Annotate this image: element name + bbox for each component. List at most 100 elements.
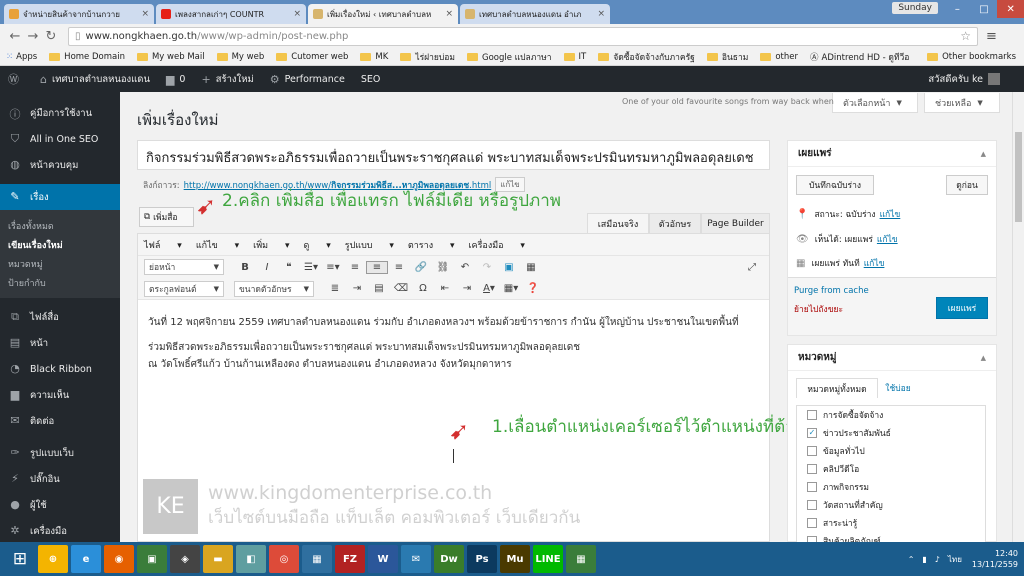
screen-options-button[interactable]: ตัวเลือกหน้า ▼ — [832, 93, 918, 113]
purge-cache-link[interactable]: Purge from cache — [794, 286, 869, 296]
tab-most-used[interactable]: ใช้บ่อย — [880, 378, 916, 398]
taskbar-app-icon[interactable]: ▣ — [137, 545, 167, 573]
link-icon[interactable]: 🔗 — [410, 262, 432, 273]
browser-tab[interactable]: จำหน่ายสินค้าจากบ้านกวาย × — [4, 4, 154, 24]
table-icon[interactable]: ▦▾ — [500, 283, 522, 294]
other-bookmarks[interactable]: Other bookmarks — [927, 52, 1016, 62]
align-center-icon[interactable]: ≡ — [366, 260, 388, 274]
help-button[interactable]: ช่วยเหลือ ▼ — [924, 93, 1000, 113]
category-item[interactable]: วัดสถานที่สำคัญ — [797, 496, 985, 514]
bookmark[interactable]: Cutomer web — [276, 52, 348, 62]
submenu-categories[interactable]: หมวดหมู่ — [0, 254, 120, 273]
taskbar-app-icon[interactable]: ✉ — [401, 545, 431, 573]
wordpress-logo[interactable]: Ⓦ — [8, 71, 24, 87]
taskbar-app-icon[interactable]: Ps — [467, 545, 497, 573]
browser-tab[interactable]: เทศบาลตำบลหนองแดน อำเภ × — [460, 4, 610, 24]
sidebar-item-users[interactable]: ● ผู้ใช้ — [0, 492, 120, 518]
url-field[interactable]: ▯ www.nongkhaen.go.th/www/wp-admin/post-… — [68, 26, 978, 46]
post-title-input[interactable]: กิจกรรมร่วมพิธีสวดพระอภิธรรมเพื่อถวายเป็… — [137, 140, 770, 170]
menu-tools[interactable]: เครื่องมือ ▾ — [468, 238, 524, 252]
redo-icon[interactable]: ↷ — [476, 262, 498, 273]
editor-content[interactable]: วันที่ 12 พฤศจิกายน 2559 เทศบาลตำบลหนองแ… — [138, 300, 769, 373]
taskbar-app-icon[interactable]: ◎ — [269, 545, 299, 573]
outdent-icon[interactable]: ⇤ — [434, 283, 456, 294]
paste-icon[interactable]: ▤ — [368, 283, 390, 294]
page-scrollbar[interactable] — [1012, 92, 1024, 542]
add-media-button[interactable]: ⧉ เพิ่มสื่อ — [139, 207, 194, 227]
align-right-icon[interactable]: ≡ — [388, 262, 410, 273]
clock[interactable]: 12:40 13/11/2559 — [972, 548, 1018, 570]
menu-file[interactable]: ไฟล์ ▾ — [144, 238, 182, 252]
bookmark[interactable]: other — [760, 52, 798, 62]
indent-right-icon[interactable]: ⇥ — [456, 283, 478, 294]
sidebar-item-plugins[interactable]: ⚡ ปลั๊กอิน — [0, 466, 120, 492]
menu-icon[interactable]: ≡ — [986, 29, 997, 44]
sidebar-item-appearance[interactable]: ✑ รูปแบบเว็บ — [0, 440, 120, 466]
submenu-all-posts[interactable]: เรื่องทั้งหมด — [0, 216, 120, 235]
bookmark[interactable]: Ⓐ ADintrend HD - ดูทีวีอ — [810, 50, 909, 64]
sidebar-item-black-ribbon[interactable]: ◔ Black Ribbon — [0, 356, 120, 382]
maximize-icon[interactable]: □ — [971, 0, 998, 18]
comments-link[interactable]: ▆ 0 — [166, 73, 186, 86]
taskbar-app-icon[interactable]: W — [368, 545, 398, 573]
menu-edit[interactable]: แก้ไข ▾ — [196, 238, 239, 252]
sidebar-item-comments[interactable]: ▆ ความเห็น — [0, 382, 120, 408]
edit-status-link[interactable]: แก้ไข — [880, 207, 901, 221]
menu-format[interactable]: รูปแบบ ▾ — [345, 238, 394, 252]
taskbar-app-icon[interactable]: ◉ — [104, 545, 134, 573]
tray-up-icon[interactable]: ⌃ — [908, 555, 915, 564]
taskbar-app-icon[interactable]: LINE — [533, 545, 563, 573]
sidebar-item-tools[interactable]: ✲ เครื่องมือ — [0, 518, 120, 544]
eraser-icon[interactable]: ⌫ — [390, 283, 412, 294]
taskbar-app-icon[interactable]: FZ — [335, 545, 365, 573]
image-icon[interactable]: ▣ — [498, 262, 520, 273]
font-family-select[interactable]: ตระกูลฟอนต์ ▼ — [144, 280, 224, 297]
bookmark[interactable]: อินธาม — [706, 50, 748, 64]
taskbar-app-icon[interactable]: ⊕ — [38, 545, 68, 573]
checkbox[interactable] — [807, 446, 817, 456]
taskbar-app-icon[interactable]: ◧ — [236, 545, 266, 573]
horizontal-line-icon[interactable]: ≣ — [324, 283, 346, 294]
close-tab-icon[interactable]: × — [445, 9, 453, 19]
category-item[interactable]: สาระน่ารู้ — [797, 514, 985, 532]
unlink-icon[interactable]: ⛓ — [432, 262, 454, 273]
numbered-list-icon[interactable]: ≡▾ — [322, 262, 344, 273]
kitchen-sink-icon[interactable]: ▦ — [520, 262, 542, 273]
minimize-icon[interactable]: – — [944, 0, 971, 18]
format-select[interactable]: ย่อหน้า ▼ — [144, 259, 224, 275]
checkbox-checked[interactable]: ✓ — [807, 428, 817, 438]
performance-link[interactable]: ⚙ Performance — [270, 73, 345, 86]
submenu-tags[interactable]: ป้ายกำกับ — [0, 273, 120, 292]
language-indicator[interactable]: ไทย — [948, 553, 962, 566]
tab-visual[interactable]: เสมือนจริง — [587, 213, 649, 233]
browser-tab-active[interactable]: เพิ่มเรื่องใหม่ ‹ เทศบาลตำบลห × — [308, 4, 458, 24]
category-item[interactable]: การจัดซื้อจัดจ้าง — [797, 406, 985, 424]
taskbar-app-icon[interactable]: e — [71, 545, 101, 573]
profile-name[interactable]: Sunday — [892, 2, 938, 14]
publish-button[interactable]: เผยแพร่ — [936, 297, 988, 319]
checkbox[interactable] — [807, 500, 817, 510]
bookmark[interactable]: My web Mail — [136, 52, 205, 62]
bullet-list-icon[interactable]: ☰▾ — [300, 262, 322, 273]
menu-insert[interactable]: เพิ่ม ▾ — [253, 238, 289, 252]
user-greeting[interactable]: สวัสดีครับ ke — [928, 72, 1000, 87]
taskbar-app-icon[interactable]: ▦ — [566, 545, 596, 573]
taskbar-app-icon[interactable]: ▬ — [203, 545, 233, 573]
tab-page-builder[interactable]: Page Builder — [701, 213, 770, 233]
taskbar-app-icon[interactable]: Dw — [434, 545, 464, 573]
tab-text[interactable]: ตัวอักษร — [649, 213, 701, 233]
taskbar-app-icon[interactable]: ◈ — [170, 545, 200, 573]
category-box-header[interactable]: หมวดหมู่ ▲ — [788, 345, 996, 371]
network-icon[interactable]: ▮ — [922, 555, 926, 564]
category-item[interactable]: ภาพกิจกรรม — [797, 478, 985, 496]
sidebar-item-pages[interactable]: ▤ หน้า — [0, 330, 120, 356]
scrollbar-thumb[interactable] — [1015, 132, 1022, 222]
back-icon[interactable]: ← — [6, 29, 24, 44]
blockquote-icon[interactable]: ❝ — [278, 262, 300, 273]
menu-table[interactable]: ตาราง ▾ — [408, 238, 455, 252]
close-tab-icon[interactable]: × — [597, 9, 605, 19]
text-color-icon[interactable]: A▾ — [478, 283, 500, 294]
sidebar-item-posts[interactable]: ✎ เรื่อง — [0, 184, 120, 210]
reload-icon[interactable]: ↻ — [42, 29, 60, 44]
site-name-link[interactable]: ⌂ เทศบาลตำบลหนองแดน — [40, 72, 150, 87]
